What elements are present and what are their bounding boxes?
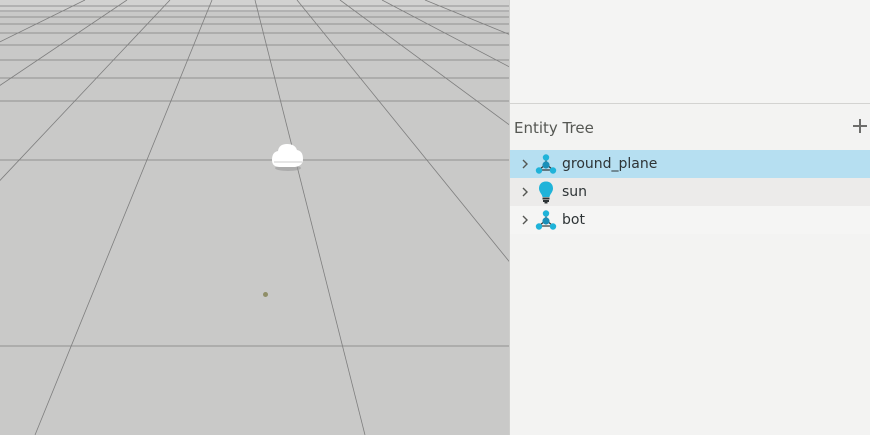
tree-item-sun[interactable]: sun xyxy=(510,178,870,206)
plus-icon[interactable] xyxy=(852,118,868,134)
ground-marker xyxy=(263,292,268,297)
panel-top-area xyxy=(510,0,870,104)
chevron-right-icon[interactable] xyxy=(517,150,533,178)
light-bulb-icon xyxy=(534,180,558,204)
entity-tree-list: ground_plane sun bot xyxy=(510,150,870,234)
ground-grid xyxy=(0,0,509,435)
tree-item-bot[interactable]: bot xyxy=(510,206,870,234)
model-icon xyxy=(534,208,558,232)
chevron-right-icon[interactable] xyxy=(517,206,533,234)
chevron-right-icon[interactable] xyxy=(517,178,533,206)
tree-item-ground-plane[interactable]: ground_plane xyxy=(510,150,870,178)
entity-tree-header: Entity Tree xyxy=(510,104,870,148)
tree-item-label: bot xyxy=(562,212,585,228)
model-icon xyxy=(534,152,558,176)
3d-scene-viewport[interactable] xyxy=(0,0,509,435)
entity-tree-title: Entity Tree xyxy=(514,119,594,137)
tree-item-label: sun xyxy=(562,184,588,200)
tree-item-label: ground_plane xyxy=(562,156,658,172)
side-panel: Entity Tree ground_plane sun bot xyxy=(510,0,870,435)
bot-model[interactable] xyxy=(268,140,308,174)
